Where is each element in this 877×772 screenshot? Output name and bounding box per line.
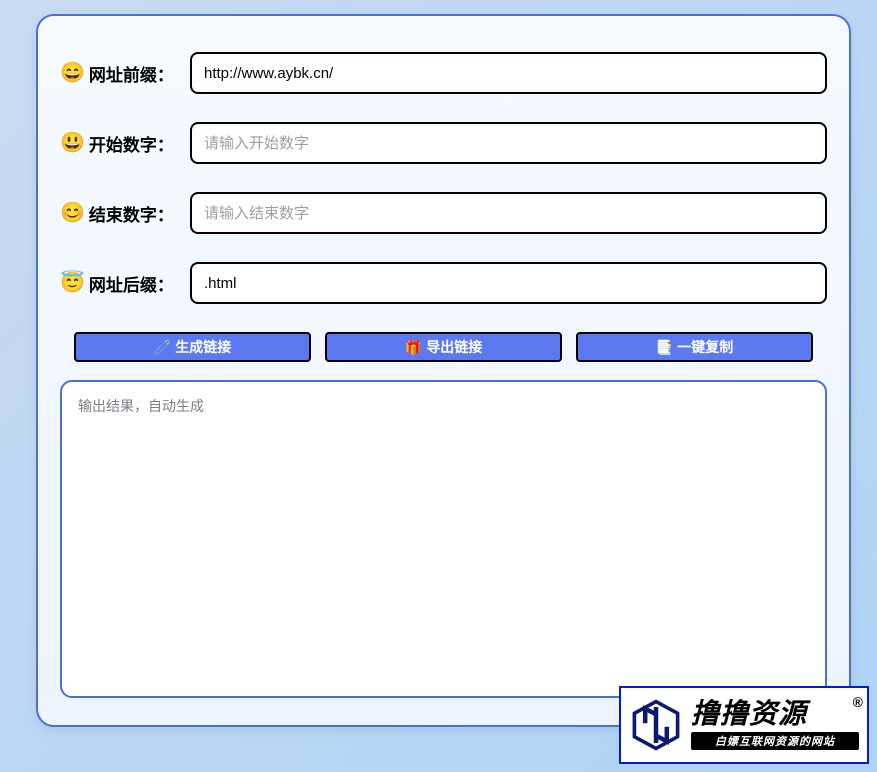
emoji-grin-icon: 😄: [60, 63, 85, 83]
watermark-text: 撸撸资源 ® 白嫖互联网资源的网站: [691, 700, 859, 750]
end-num-input[interactable]: [190, 192, 827, 234]
watermark-badge: 撸撸资源 ® 白嫖互联网资源的网站: [619, 686, 869, 764]
label-start-num: 😃 开始数字：: [60, 131, 190, 156]
watermark-sub: 白嫖互联网资源的网站: [691, 732, 859, 750]
generate-button[interactable]: 🧷 生成链接: [74, 332, 311, 362]
copy-button-label: 一键复制: [677, 337, 733, 357]
label-text-url-prefix: 网址前缀：: [89, 61, 174, 86]
label-url-suffix: 😇 网址后缀：: [60, 271, 190, 296]
export-button-label: 导出链接: [426, 337, 482, 357]
row-url-prefix: 😄 网址前缀：: [60, 52, 827, 94]
emoji-blush-icon: 😊: [60, 203, 85, 223]
url-suffix-input[interactable]: [190, 262, 827, 304]
gift-icon: 🎁: [405, 339, 422, 356]
label-end-num: 😊 结束数字：: [60, 201, 190, 226]
url-prefix-input[interactable]: [190, 52, 827, 94]
row-url-suffix: 😇 网址后缀：: [60, 262, 827, 304]
label-text-start-num: 开始数字：: [89, 131, 174, 156]
pin-icon: 🧷: [154, 339, 171, 356]
row-start-num: 😃 开始数字：: [60, 122, 827, 164]
emoji-smile-icon: 😃: [60, 133, 85, 153]
registered-icon: ®: [853, 694, 863, 710]
label-text-end-num: 结束数字：: [89, 201, 174, 226]
output-textarea[interactable]: [60, 380, 827, 698]
label-url-prefix: 😄 网址前缀：: [60, 61, 190, 86]
label-text-url-suffix: 网址后缀：: [89, 271, 174, 296]
start-num-input[interactable]: [190, 122, 827, 164]
row-end-num: 😊 结束数字：: [60, 192, 827, 234]
emoji-halo-icon: 😇: [60, 273, 85, 293]
watermark-main: 撸撸资源: [691, 700, 859, 728]
copy-icon: 📑: [656, 339, 673, 356]
form-card: 😄 网址前缀： 😃 开始数字： 😊 结束数字： 😇 网址后缀： 🧷 生成链接: [36, 14, 851, 727]
button-row: 🧷 生成链接 🎁 导出链接 📑 一键复制: [74, 332, 813, 362]
export-button[interactable]: 🎁 导出链接: [325, 332, 562, 362]
hexagon-arrows-icon: [629, 698, 683, 752]
copy-button[interactable]: 📑 一键复制: [576, 332, 813, 362]
generate-button-label: 生成链接: [175, 337, 231, 357]
